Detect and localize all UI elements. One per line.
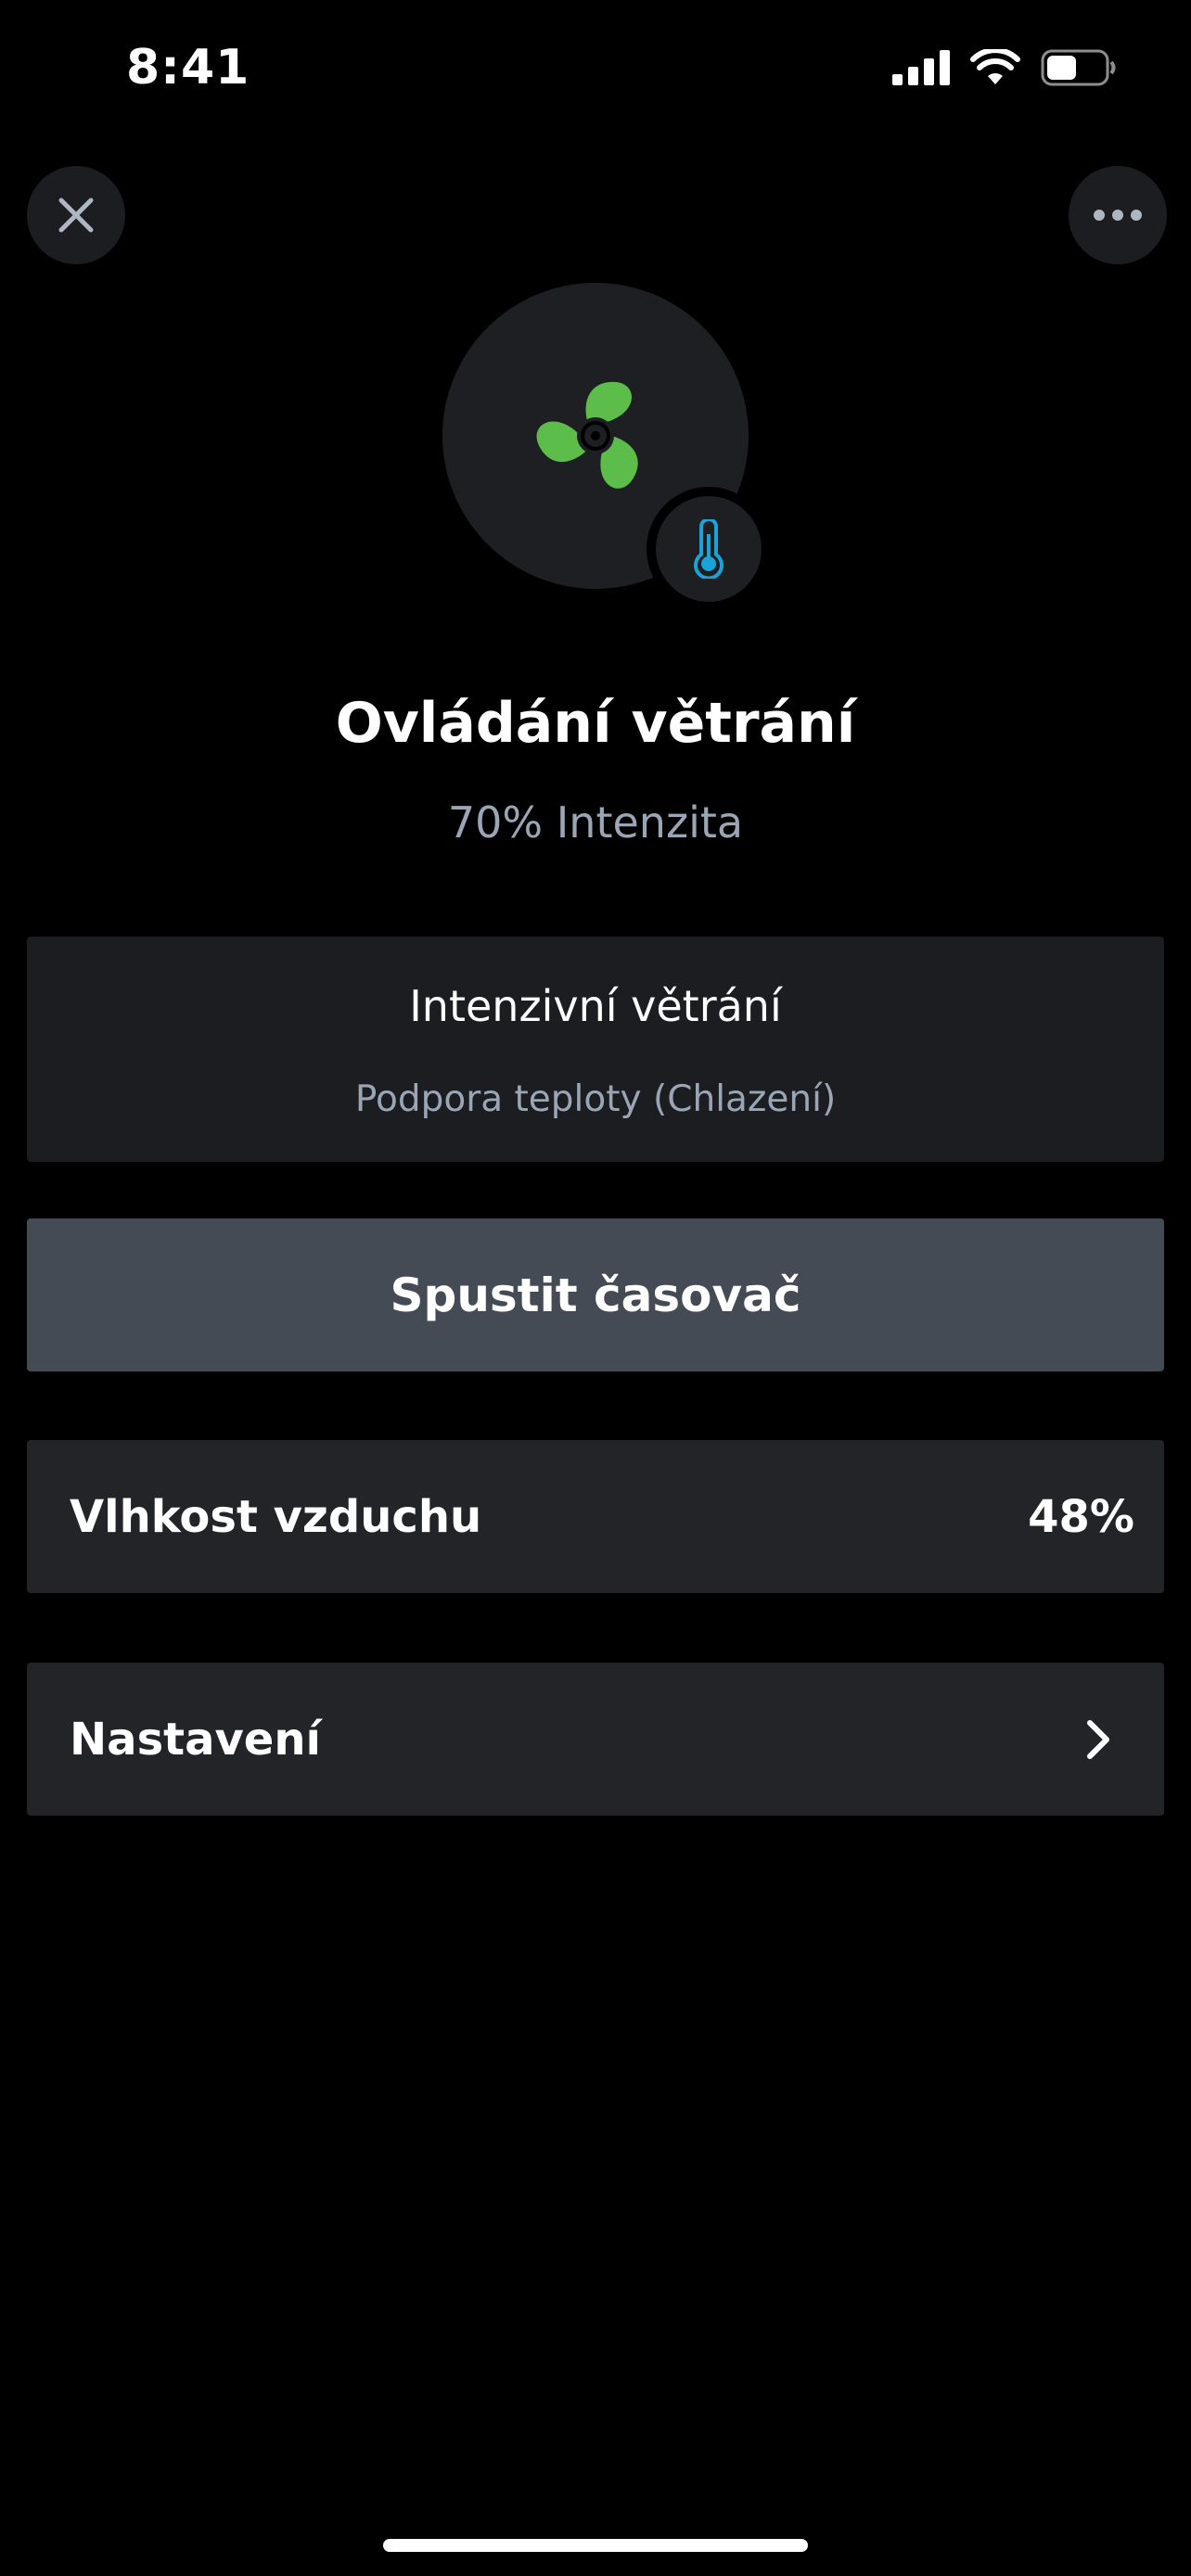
close-button[interactable]	[27, 166, 125, 264]
close-icon	[58, 198, 94, 233]
thermometer-badge	[647, 487, 771, 611]
humidity-label: Vlhkost vzduchu	[70, 1490, 482, 1543]
more-button[interactable]	[1069, 166, 1167, 264]
wifi-icon	[970, 49, 1020, 84]
settings-row[interactable]: Nastavení	[27, 1663, 1164, 1816]
battery-icon	[1041, 49, 1116, 86]
chevron-right-icon	[1087, 1719, 1109, 1759]
humidity-value: 48%	[1028, 1490, 1134, 1543]
mode-card[interactable]: Intenzivní větrání Podpora teploty (Chla…	[27, 937, 1164, 1162]
intensity-label: 70% Intenzita	[447, 797, 744, 848]
mode-label: Intenzivní větrání	[409, 981, 782, 1031]
status-icons	[892, 46, 1117, 89]
signal-icon	[892, 50, 950, 85]
fan-icon	[536, 381, 647, 494]
humidity-row: Vlhkost vzduchu 48%	[27, 1440, 1164, 1593]
more-icon	[1094, 210, 1142, 221]
page-title: Ovládání větrání	[335, 691, 856, 756]
status-time: 8:41	[126, 40, 250, 96]
settings-label: Nastavení	[70, 1713, 321, 1766]
mode-detail: Podpora teploty (Chlazení)	[354, 1078, 837, 1120]
thermometer-icon	[694, 519, 724, 579]
start-timer-button[interactable]: Spustit časovač	[27, 1218, 1164, 1371]
home-indicator[interactable]	[383, 2539, 808, 2552]
